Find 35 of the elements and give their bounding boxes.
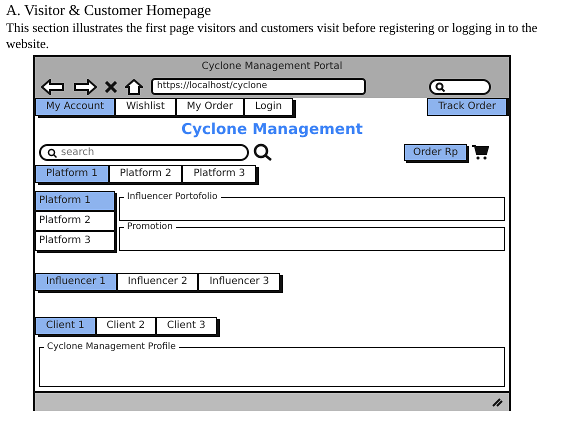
search-field[interactable] — [429, 78, 491, 94]
nav-tab[interactable]: My Order — [176, 98, 244, 116]
influencer-tab[interactable]: Influencer 2 — [116, 273, 198, 291]
resize-grip-icon[interactable] — [491, 397, 503, 407]
cart-icon[interactable] — [471, 144, 489, 160]
track-order-button[interactable]: Track Order — [427, 98, 507, 116]
influencer-tab[interactable]: Influencer 3 — [198, 273, 280, 291]
platform-tab[interactable]: Platform 3 — [182, 165, 256, 183]
search-icon[interactable] — [253, 143, 273, 161]
order-button[interactable]: Order Rp — [404, 144, 467, 160]
section-heading: Visitor & Customer Homepage — [24, 3, 212, 19]
platform-tab[interactable]: Platform 2 — [108, 165, 182, 183]
influencer-tab[interactable]: Influencer 1 — [35, 273, 117, 291]
profile-panel-title: Cyclone Management Profile — [44, 341, 179, 353]
platform-list-item[interactable]: Platform 2 — [35, 211, 115, 231]
url-field[interactable]: https://localhost/cyclone — [151, 78, 366, 95]
search-field[interactable]: search — [39, 144, 249, 160]
platform-list-item[interactable]: Platform 3 — [35, 231, 115, 251]
window-title: Cyclone Management Portal — [202, 61, 342, 72]
search-icon — [435, 82, 445, 92]
section-marker: A. — [6, 3, 21, 19]
client-tab[interactable]: Client 1 — [35, 317, 96, 335]
back-icon[interactable] — [41, 78, 65, 94]
home-icon[interactable] — [125, 78, 143, 94]
close-icon[interactable] — [105, 80, 117, 92]
client-tab[interactable]: Client 2 — [96, 317, 156, 335]
nav-tab[interactable]: My Account — [35, 98, 116, 116]
client-tab[interactable]: Client 3 — [156, 317, 216, 335]
platform-tab[interactable]: Platform 1 — [35, 165, 109, 183]
brand-title: Cyclone Management — [181, 120, 363, 138]
platform-list-item[interactable]: Platform 1 — [35, 191, 115, 211]
nav-tab[interactable]: Login — [244, 98, 293, 116]
forward-icon[interactable] — [73, 78, 97, 94]
section-description: This section illustrates the first page visitors and customers visit before registering or logging in to the website. — [6, 20, 538, 52]
nav-tab[interactable]: Wishlist — [115, 98, 176, 116]
